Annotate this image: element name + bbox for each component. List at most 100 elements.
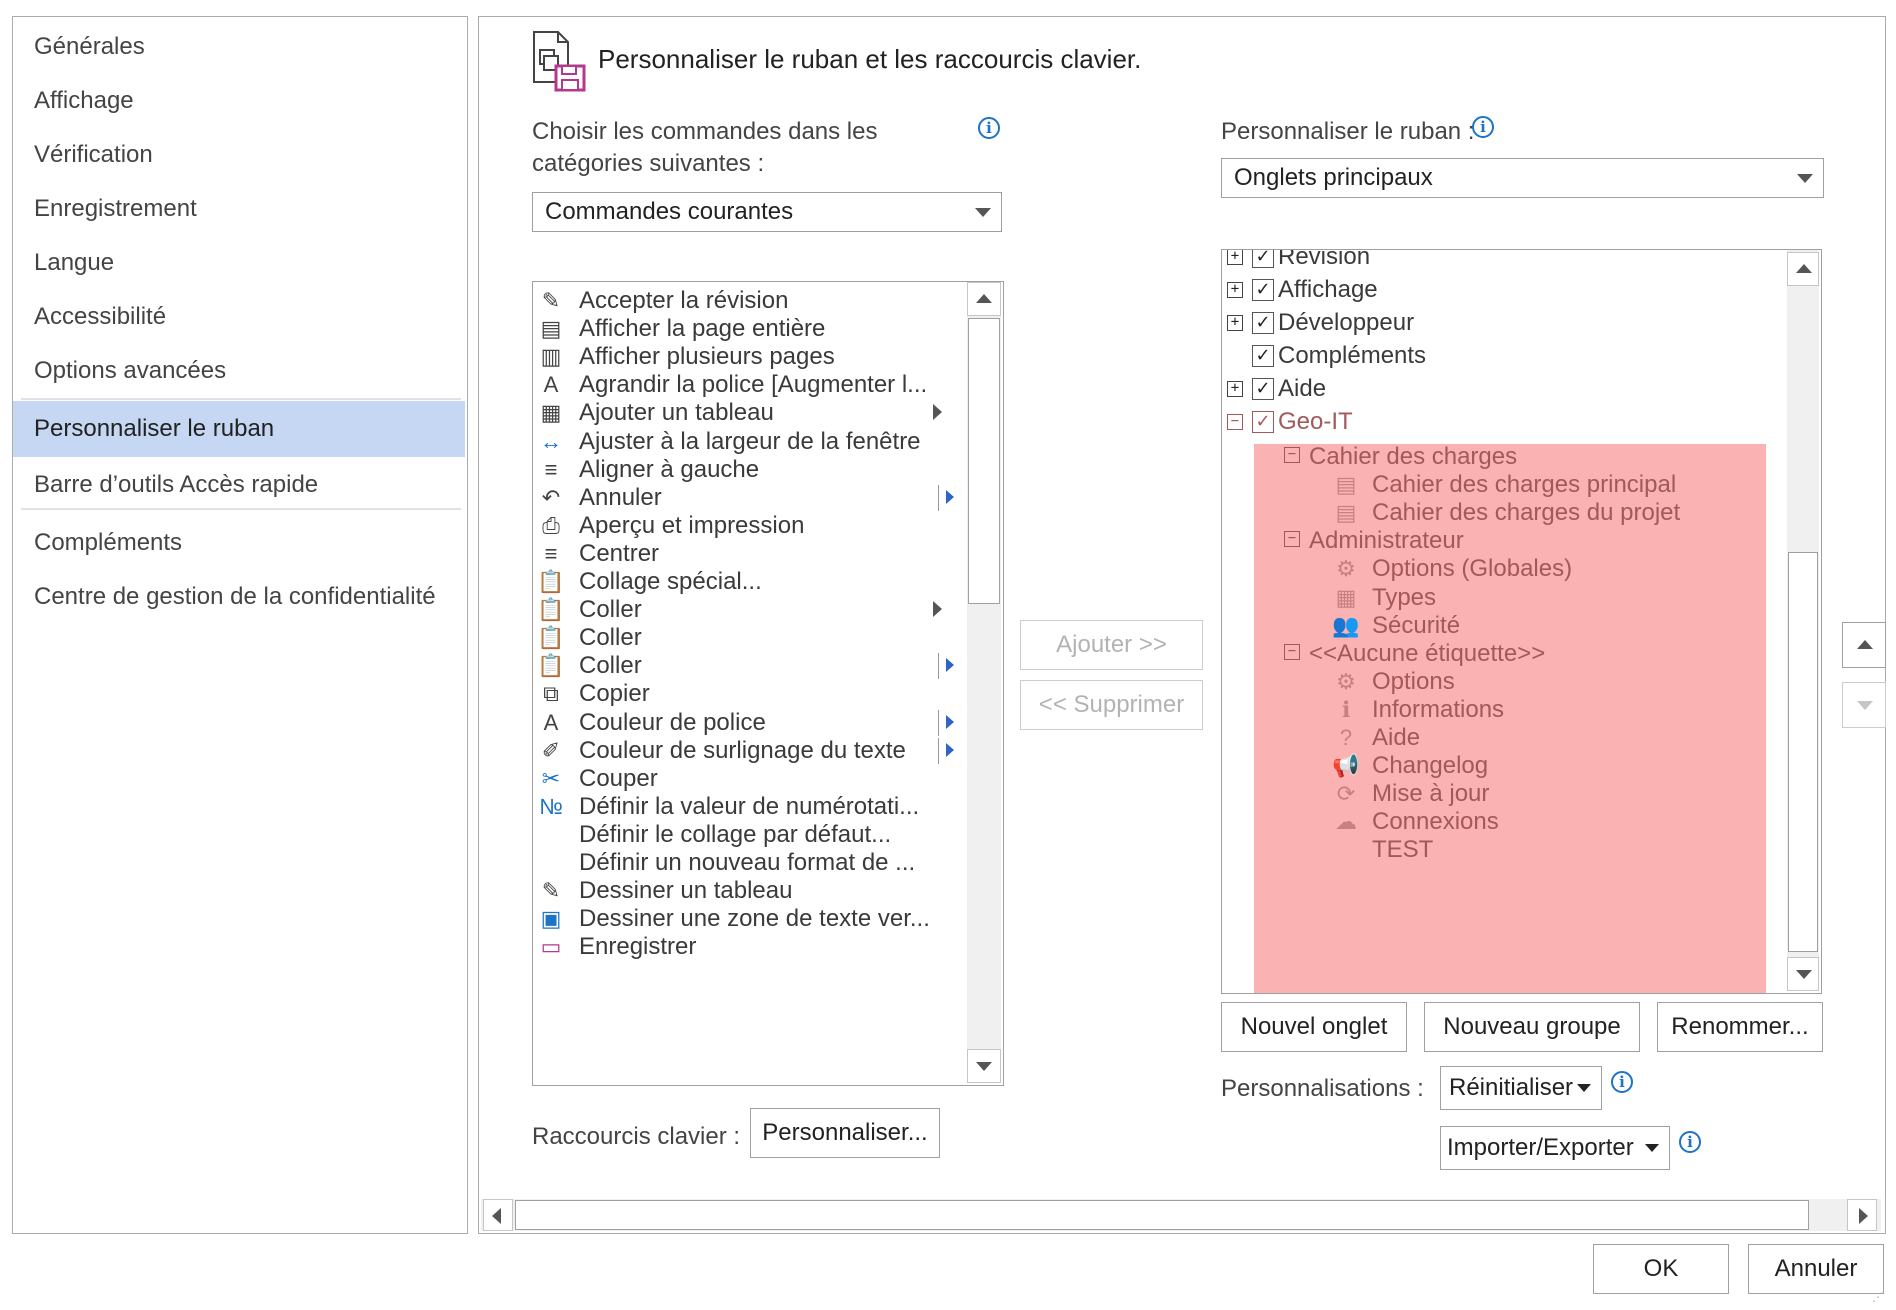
submenu-arrow-icon [946, 714, 954, 729]
tree-node[interactable]: − ✓ Geo-IT [1222, 405, 1782, 439]
commands-category-value: Commandes courantes [545, 198, 794, 225]
tree-node[interactable]: + ✓ Affichage [1222, 273, 1782, 307]
submenu-arrow-icon [933, 404, 942, 421]
scroll-left-button[interactable] [483, 1199, 513, 1231]
expand-icon[interactable]: + [1227, 315, 1243, 331]
info-icon: i [1611, 1071, 1633, 1093]
move-down-button[interactable] [1842, 682, 1886, 728]
nav-item-langue[interactable]: Langue [13, 237, 465, 289]
split-divider [938, 653, 939, 680]
nav-item-personnaliser-ruban[interactable]: Personnaliser le ruban [13, 401, 465, 457]
ribbon-tabs-value: Onglets principaux [1234, 164, 1433, 191]
scroll-down-button[interactable] [967, 1049, 1001, 1083]
expand-icon[interactable]: + [1227, 282, 1243, 298]
import-export-button[interactable]: Importer/Exporter [1440, 1126, 1670, 1170]
command-item[interactable]: ▭ Enregistrer [533, 930, 963, 964]
commands-category-dropdown[interactable]: Commandes courantes [532, 192, 1002, 232]
ok-button[interactable]: OK [1593, 1244, 1729, 1294]
reset-dropdown-button[interactable]: Réinitialiser [1440, 1066, 1602, 1110]
tree-node-label: Révision [1278, 249, 1371, 270]
nav-item-options-avancees[interactable]: Options avancées [13, 345, 465, 397]
tree-node-label: Développeur [1278, 309, 1415, 336]
tree-node-label: Geo-IT [1278, 408, 1353, 435]
tab-checkbox[interactable]: ✓ [1252, 312, 1274, 334]
nav-item-confidentialite[interactable]: Centre de gestion de la confidentialité [13, 571, 465, 623]
tree-node-label: Affichage [1278, 276, 1378, 303]
collapse-icon[interactable]: − [1227, 414, 1243, 430]
ribbon-tabs-dropdown[interactable]: Onglets principaux [1221, 158, 1824, 198]
refresh-icon: ⟳ [1336, 781, 1356, 806]
scroll-thumb[interactable] [1788, 552, 1818, 952]
nav-item-accessibilite[interactable]: Accessibilité [13, 291, 465, 343]
chevron-down-icon [1645, 1144, 1659, 1152]
tab-checkbox[interactable]: ✓ [1252, 345, 1274, 367]
tab-checkbox[interactable]: ✓ [1252, 250, 1274, 268]
save-icon: ▭ [540, 934, 562, 960]
chevron-down-icon [1797, 174, 1813, 183]
info-icon: i [1679, 1131, 1701, 1153]
submenu-arrow-icon [946, 489, 954, 504]
new-group-button[interactable]: Nouveau groupe [1424, 1002, 1640, 1052]
nav-item-verification[interactable]: Vérification [13, 129, 465, 181]
expand-icon[interactable]: + [1227, 250, 1243, 265]
document-icon: ▤ [1335, 500, 1357, 525]
remove-button[interactable]: << Supprimer [1020, 680, 1203, 730]
gear-icon: ⚙ [1336, 556, 1356, 581]
nav-item-enregistrement[interactable]: Enregistrement [13, 183, 465, 235]
tree-node[interactable]: + ✓ Révision [1222, 249, 1782, 274]
submenu-arrow-icon [946, 742, 954, 757]
tab-checkbox[interactable]: ✓ [1252, 279, 1274, 301]
customize-ribbon-label: Personnaliser le ruban : [1221, 118, 1475, 145]
nav-item-acces-rapide[interactable]: Barre d’outils Accès rapide [13, 459, 465, 511]
commands-list[interactable]: ✎ Accepter la révision ▤ Afficher la page e… [532, 281, 1004, 1086]
resize-grip-icon[interactable]: ⋰ [1872, 1290, 1886, 1304]
submenu-arrow-icon [946, 658, 954, 673]
scroll-thumb[interactable] [515, 1200, 1809, 1230]
tree-node[interactable]: + ✓ Développeur [1222, 306, 1782, 340]
nav-divider [21, 508, 461, 510]
rename-button[interactable]: Renommer... [1657, 1002, 1823, 1052]
tab-checkbox[interactable]: ✓ [1252, 378, 1274, 400]
new-tab-button[interactable]: Nouvel onglet [1221, 1002, 1407, 1052]
tree-node[interactable]: + ✓ Aide [1222, 372, 1782, 406]
customize-ribbon-icon [533, 31, 586, 92]
scroll-down-button[interactable] [1787, 957, 1819, 991]
choose-commands-label-2: catégories suivantes : [532, 150, 765, 177]
split-divider [938, 709, 939, 736]
collapse-icon[interactable]: − [1284, 644, 1300, 660]
nav-item-affichage[interactable]: Affichage [13, 75, 465, 127]
tab-checkbox[interactable]: ✓ [1252, 411, 1274, 433]
commands-scrollbar[interactable] [967, 282, 1001, 1083]
import-export-label: Importer/Exporter [1447, 1134, 1634, 1161]
users-icon: 👥 [1332, 613, 1360, 638]
command-label: Enregistrer [579, 933, 697, 961]
nav-item-generales[interactable]: Générales [13, 21, 465, 73]
submenu-arrow-icon [933, 601, 942, 618]
tree-node-label: Aide [1278, 375, 1327, 402]
tree-node[interactable]: TEST [1222, 833, 1782, 867]
scroll-right-button[interactable] [1847, 1199, 1877, 1231]
scroll-thumb[interactable] [968, 318, 1000, 604]
nav-item-complements[interactable]: Compléments [13, 517, 465, 569]
customize-shortcuts-button[interactable]: Personnaliser... [750, 1108, 940, 1158]
tree-scrollbar[interactable] [1787, 250, 1819, 991]
collapse-icon[interactable]: − [1284, 447, 1300, 463]
ribbon-tree[interactable]: + ✓ Révision + ✓ Affichage + ✓ Développeur ✓ Compl… [1221, 249, 1822, 994]
collapse-icon[interactable]: − [1284, 531, 1300, 547]
options-nav: Générales Affichage Vérification Enregis… [12, 16, 468, 1234]
megaphone-icon: 📢 [1332, 753, 1360, 778]
expand-icon[interactable]: + [1227, 381, 1243, 397]
chevron-down-icon [975, 208, 991, 217]
move-up-button[interactable] [1842, 622, 1886, 668]
tree-node[interactable]: ✓ Compléments [1222, 339, 1782, 373]
scroll-up-button[interactable] [1787, 252, 1819, 286]
chevron-down-icon [1577, 1084, 1591, 1092]
add-button[interactable]: Ajouter >> [1020, 620, 1203, 670]
gear-icon: ⚙ [1336, 669, 1356, 694]
horizontal-scrollbar[interactable] [481, 1199, 1881, 1231]
command-label: TEST [1372, 836, 1434, 863]
cancel-button[interactable]: Annuler [1748, 1244, 1884, 1294]
tree-node-label: Compléments [1278, 342, 1427, 369]
document-icon: ▤ [1335, 472, 1357, 497]
scroll-up-button[interactable] [967, 282, 1001, 316]
